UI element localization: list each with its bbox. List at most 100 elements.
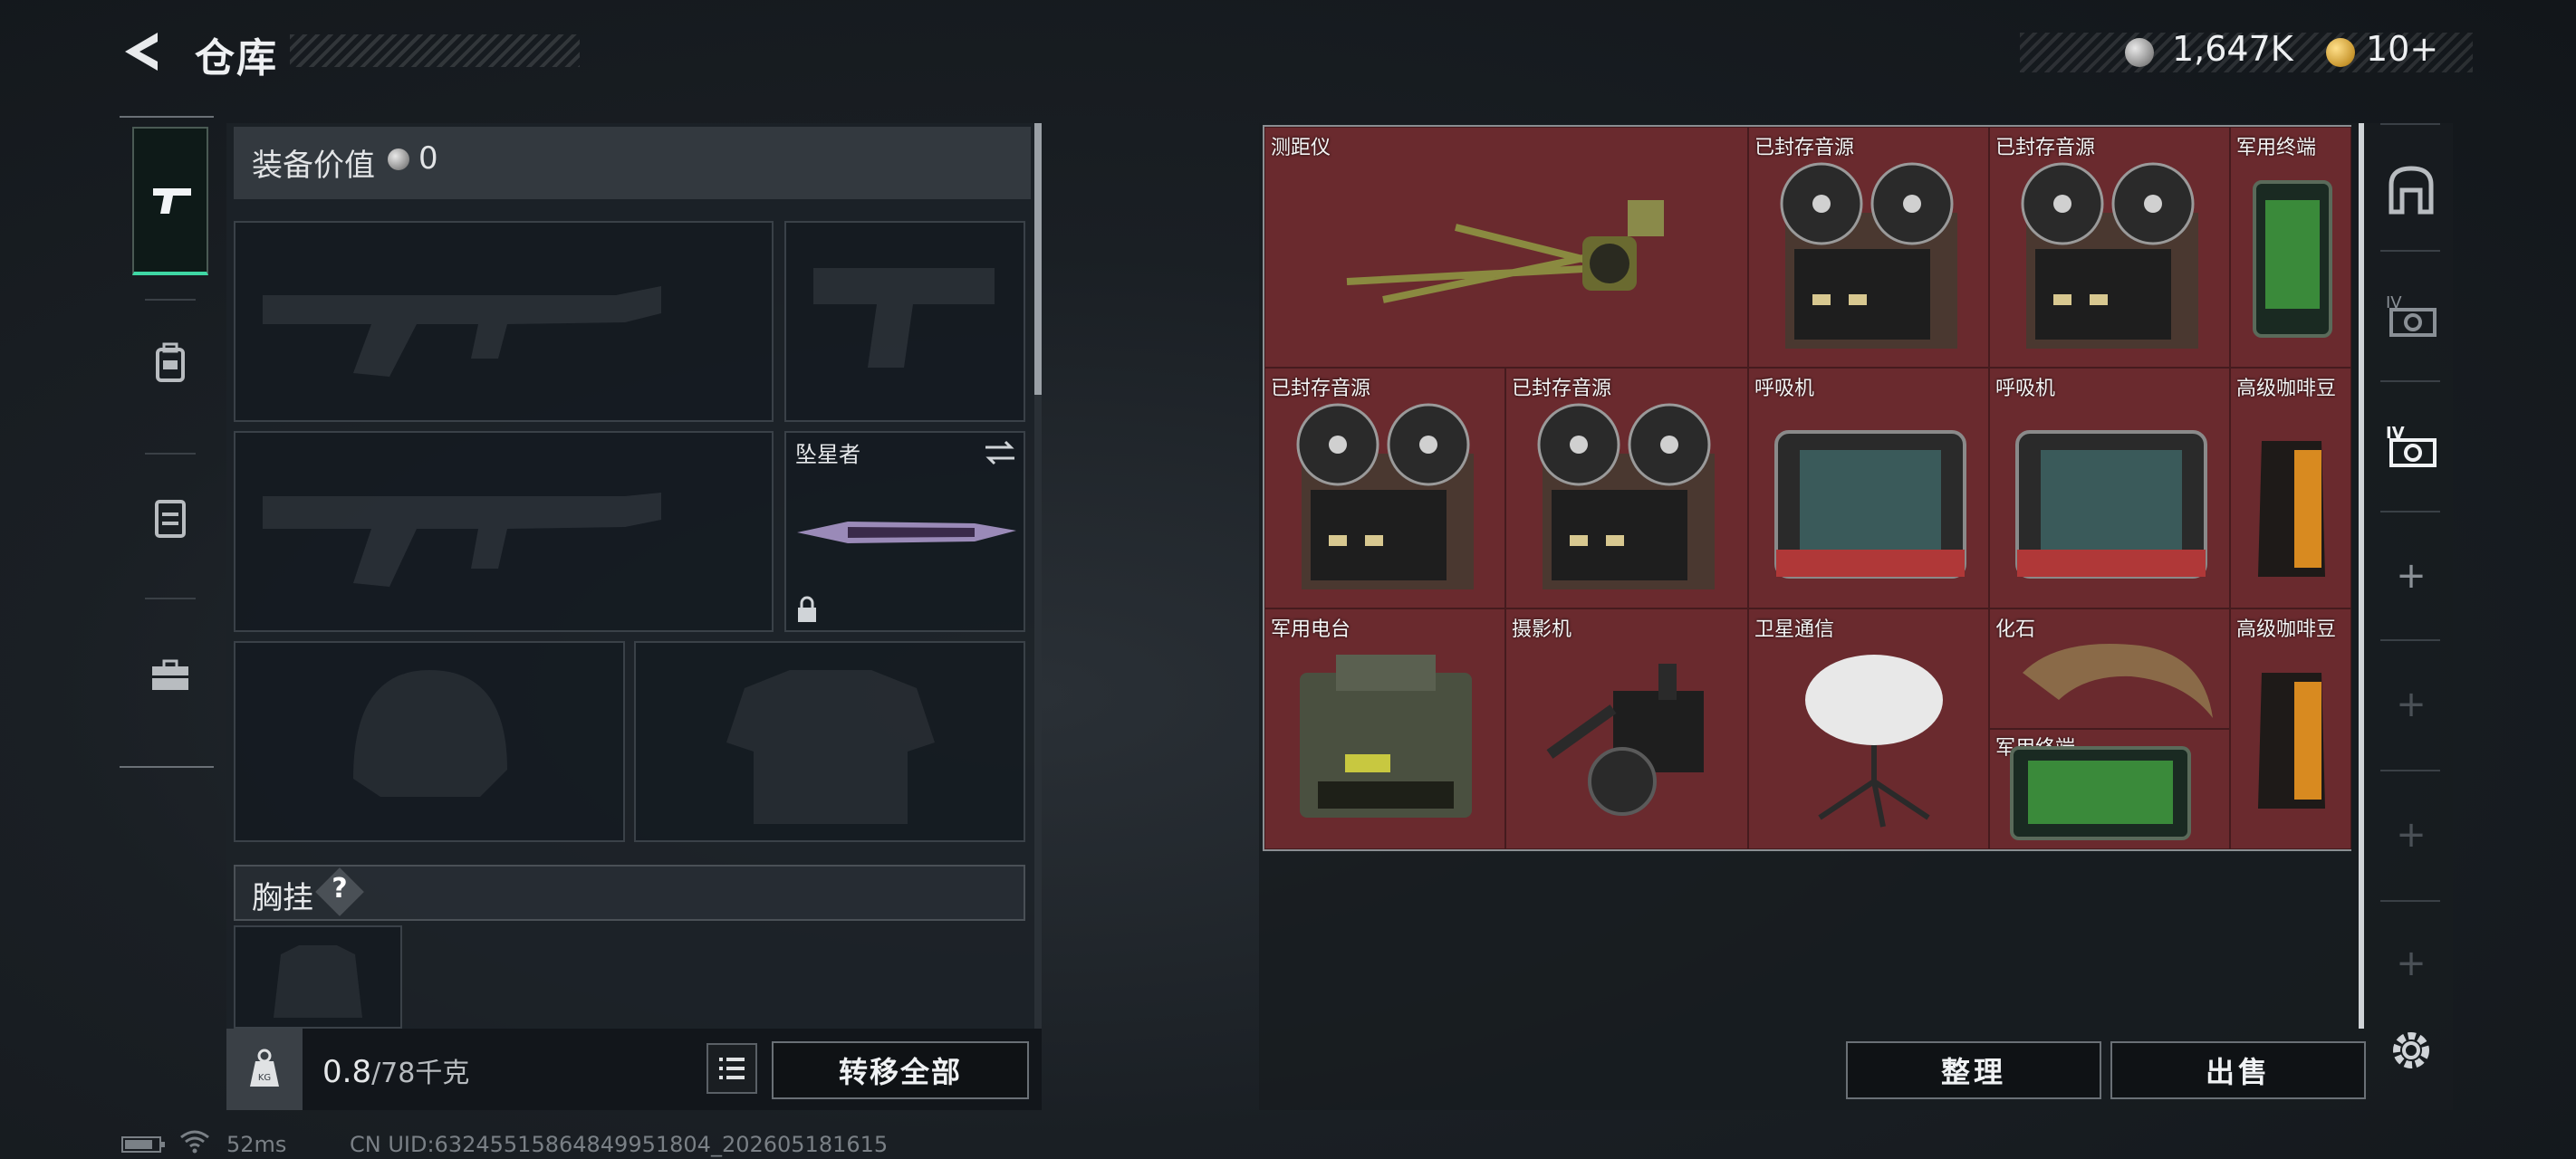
chest-rig-silhouette-icon (274, 945, 362, 1018)
melee-label: 坠星者 (795, 442, 860, 467)
equipment-value-label: 装备价值 (252, 148, 375, 184)
gear-icon[interactable] (2384, 1023, 2438, 1078)
page-title: 仓库 (195, 35, 278, 81)
weight-value: 0.8 (322, 1054, 372, 1090)
list-icon (719, 1058, 745, 1079)
storage-item[interactable]: 高级咖啡豆 (2230, 608, 2351, 849)
storage-scrollbar[interactable] (2359, 123, 2364, 1029)
help-icon[interactable]: ? (322, 873, 357, 905)
storage-item[interactable]: 已封存音源 (1989, 127, 2230, 368)
weight-icon: KG (226, 1029, 303, 1110)
primary-weapon-slot[interactable] (234, 221, 774, 422)
tier-iv-container-active-icon[interactable]: IV (2375, 409, 2447, 482)
sell-button[interactable]: 出售 (2110, 1041, 2366, 1099)
weight-max: /78千克 (371, 1058, 470, 1089)
tape-recorder-icon (1296, 403, 1474, 589)
backpack-icon[interactable] (132, 335, 208, 389)
storage-item[interactable]: 已封存音源 (1264, 368, 1505, 608)
back-arrow-icon[interactable] (118, 27, 163, 76)
pistol-silhouette-icon (813, 268, 995, 368)
vest-icon[interactable] (132, 491, 208, 545)
storage-item[interactable]: 已封存音源 (1505, 368, 1748, 608)
coffee-bag-icon (2258, 673, 2325, 809)
sidebar-divider (145, 453, 196, 455)
swap-icon[interactable] (982, 438, 1018, 467)
storage-item[interactable]: 军用终端 (1989, 729, 2230, 849)
equipment-value: 0 (418, 140, 438, 177)
armor-silhouette-icon (726, 670, 935, 824)
uid-readout: CN UID:63245515864849951804_202605181615 (350, 1132, 889, 1157)
toolbox-icon[interactable] (132, 648, 208, 703)
sidebar-divider (2380, 250, 2440, 252)
add-container-icon[interactable]: + (2375, 668, 2447, 741)
equipment-scroll-thumb[interactable] (1034, 123, 1042, 395)
sidebar-divider (145, 299, 196, 301)
tape-recorder-icon (2021, 162, 2198, 349)
storage-item[interactable]: 呼吸机 (1748, 368, 1989, 608)
add-container-icon[interactable]: + (2375, 927, 2447, 1000)
sidebar-divider (2380, 639, 2440, 641)
storage-grid: 测距仪 已封存音源 已封存音源 军用终端 已封存音源 已封存音源 呼吸机 呼吸机… (1263, 125, 2351, 851)
starfall-knife-icon (797, 522, 1016, 543)
tape-recorder-icon (1537, 403, 1715, 589)
item-label: 已封存音源 (1754, 137, 1855, 159)
item-label: 卫星通信 (1754, 618, 1835, 641)
sort-button[interactable]: 整理 (1846, 1041, 2101, 1099)
sidebar-divider (2380, 380, 2440, 382)
item-label: 摄影机 (1512, 618, 1572, 641)
pistol-icon (134, 174, 210, 228)
storage-item[interactable]: 已封存音源 (1748, 127, 1989, 368)
battery-icon (121, 1136, 165, 1153)
storage-item[interactable]: 高级咖啡豆 (2230, 368, 2351, 608)
fossil-claw-icon (2023, 644, 2213, 718)
tier-iv-container-icon[interactable]: IV (2375, 279, 2447, 351)
item-label: 军用电台 (1271, 618, 1351, 641)
item-label: 已封存音源 (1995, 137, 2096, 159)
item-label: 高级咖啡豆 (2236, 378, 2337, 400)
ventilator-icon (2015, 430, 2207, 579)
add-container-icon[interactable]: + (2375, 799, 2447, 871)
svg-text:KG: KG (258, 1073, 271, 1083)
gold-coin-icon (2326, 38, 2355, 67)
sidearm-slot[interactable] (784, 221, 1025, 422)
item-label: 呼吸机 (1995, 378, 2056, 400)
satellite-dish-icon (1805, 655, 1943, 828)
gold-currency[interactable]: 10+ (2366, 29, 2438, 69)
rifle-silhouette-icon (263, 493, 661, 587)
melee-slot[interactable]: 坠星者 (784, 431, 1025, 632)
helmet-slot[interactable] (234, 641, 625, 842)
title-decoration (290, 34, 580, 67)
storage-item[interactable]: 化石 (1989, 608, 2230, 729)
tab-weapons[interactable] (132, 127, 208, 275)
coffee-bag-icon (2258, 441, 2325, 577)
military-terminal-icon (2253, 180, 2332, 338)
sidebar-divider (2380, 900, 2440, 902)
storage-item[interactable]: 测距仪 (1264, 127, 1748, 368)
wifi-icon (180, 1130, 209, 1154)
storage-item[interactable]: 军用终端 (2230, 127, 2351, 368)
military-radio-icon (1300, 655, 1472, 818)
sidebar-divider (145, 598, 196, 599)
silver-currency: 1,647K (2172, 29, 2293, 69)
list-view-button[interactable] (706, 1043, 757, 1094)
item-label: 高级咖啡豆 (2236, 618, 2337, 641)
secondary-weapon-slot[interactable] (234, 431, 774, 632)
item-label: 已封存音源 (1512, 378, 1612, 400)
vault-icon[interactable] (2375, 154, 2447, 226)
rifle-silhouette-icon (263, 286, 661, 377)
storage-item[interactable]: 呼吸机 (1989, 368, 2230, 608)
chest-rig-slot[interactable] (234, 925, 402, 1029)
sidebar-divider (2380, 770, 2440, 771)
weight-readout: 0.8/78千克 (322, 1050, 469, 1090)
helmet-silhouette-icon (353, 670, 507, 797)
tape-recorder-icon (1780, 162, 1957, 349)
transfer-all-button[interactable]: 转移全部 (772, 1041, 1029, 1099)
item-label: 测距仪 (1271, 137, 1331, 159)
storage-item[interactable]: 摄影机 (1505, 608, 1748, 849)
armor-slot[interactable] (634, 641, 1025, 842)
silver-coin-icon (388, 148, 409, 170)
storage-item[interactable]: 军用电台 (1264, 608, 1505, 849)
item-label: 已封存音源 (1271, 378, 1371, 400)
storage-item[interactable]: 卫星通信 (1748, 608, 1989, 849)
add-container-icon[interactable]: + (2375, 540, 2447, 612)
